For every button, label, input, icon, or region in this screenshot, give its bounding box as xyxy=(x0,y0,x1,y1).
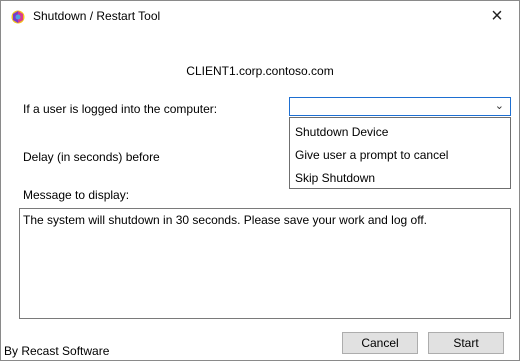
option-skip-shutdown[interactable]: Skip Shutdown xyxy=(295,171,375,185)
logged-in-label: If a user is logged into the computer: xyxy=(23,102,218,116)
start-button[interactable]: Start xyxy=(428,332,504,354)
message-label: Message to display: xyxy=(23,188,130,202)
delay-label: Delay (in seconds) before xyxy=(23,150,160,164)
title-bar: Shutdown / Restart Tool × xyxy=(1,1,519,29)
close-button[interactable]: × xyxy=(475,1,519,31)
message-textarea[interactable]: The system will shutdown in 30 seconds. … xyxy=(19,208,511,319)
logged-in-action-dropdown-list: Shutdown Device Give user a prompt to ca… xyxy=(289,117,511,189)
close-icon: × xyxy=(491,4,503,27)
app-icon xyxy=(11,10,25,24)
option-shutdown-device[interactable]: Shutdown Device xyxy=(295,125,388,139)
hostname-label: CLIENT1.corp.contoso.com xyxy=(186,64,334,78)
footer-credit: By Recast Software xyxy=(4,344,110,358)
option-prompt-to-cancel[interactable]: Give user a prompt to cancel xyxy=(295,148,448,162)
shutdown-restart-window: Shutdown / Restart Tool × CLIENT1.corp.c… xyxy=(0,0,520,361)
logged-in-action-select[interactable]: ⌄ xyxy=(289,97,511,116)
cancel-button[interactable]: Cancel xyxy=(342,332,418,354)
chevron-down-icon[interactable]: ⌄ xyxy=(495,99,504,112)
window-title: Shutdown / Restart Tool xyxy=(33,9,161,23)
